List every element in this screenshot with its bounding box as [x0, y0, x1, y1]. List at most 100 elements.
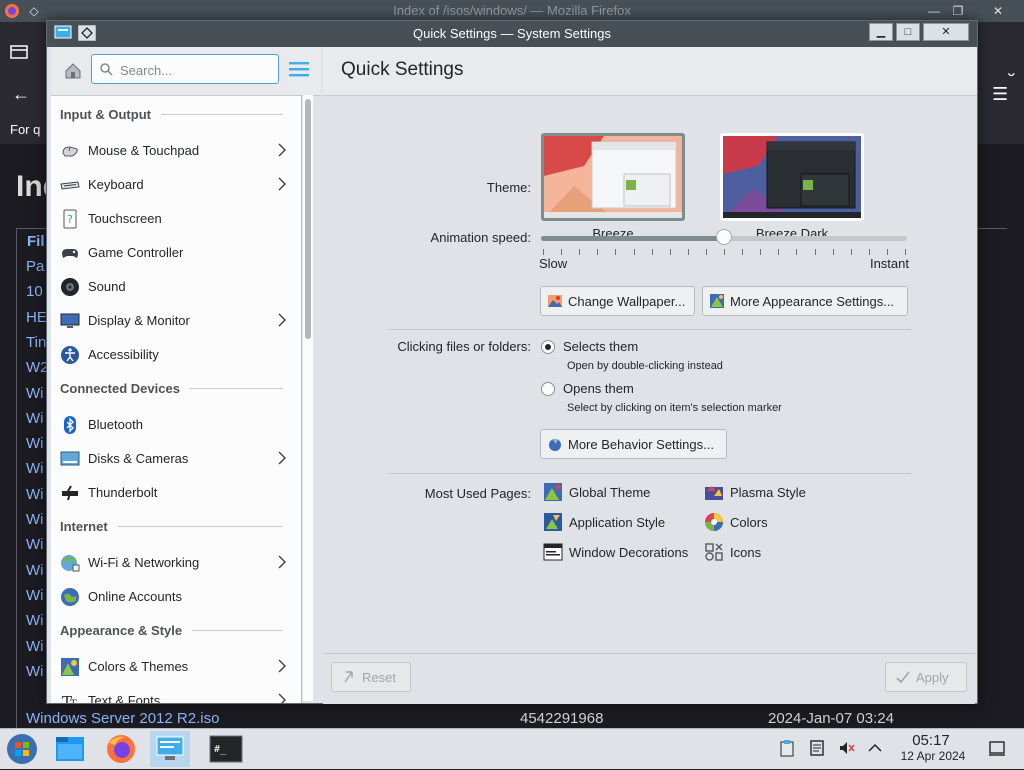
hamburger-menu-icon[interactable] [289, 61, 309, 77]
firefox-minimize-button[interactable]: — [922, 0, 946, 22]
change-wallpaper-button[interactable]: Change Wallpaper... [540, 286, 695, 316]
reset-button[interactable]: Reset [331, 662, 411, 692]
sidebar-item-accessibility[interactable]: Accessibility [51, 339, 301, 371]
window-titlebar[interactable]: Quick Settings — System Settings ▁ □ ✕ [47, 21, 977, 47]
file-manager-button[interactable] [50, 731, 90, 767]
sidebar-group-label: Internet [60, 519, 108, 534]
more-behavior-settings-button[interactable]: More Behavior Settings... [540, 429, 727, 459]
notes-icon[interactable] [808, 739, 826, 757]
most-used-application-style[interactable]: Application Style [543, 511, 665, 533]
system-settings-task-button[interactable] [150, 731, 190, 767]
file-link[interactable]: Wi [26, 562, 44, 579]
selects-them-label[interactable]: Selects them [563, 339, 638, 354]
global-theme-icon [543, 482, 563, 502]
file-link[interactable]: Windows Server 2012 R2.iso [26, 710, 219, 727]
file-manager-icon [56, 737, 84, 761]
sidebar-item-game-controller[interactable]: Game Controller [51, 237, 301, 269]
sidebar-item-thunderbolt[interactable]: Thunderbolt [51, 477, 301, 509]
home-icon[interactable] [63, 61, 83, 81]
more-behavior-label: More Behavior Settings... [568, 436, 714, 452]
search-input[interactable] [118, 60, 272, 80]
opens-them-label[interactable]: Opens them [563, 381, 634, 396]
table-header[interactable]: Fil [27, 233, 45, 250]
file-link[interactable]: Wi [26, 460, 44, 477]
sidebar-item-colors-themes[interactable]: Colors & Themes [51, 651, 301, 683]
sidebar-item-display-monitor[interactable]: Display & Monitor [51, 305, 301, 337]
firefox-task-button[interactable] [101, 731, 141, 767]
animation-speed-handle[interactable] [716, 229, 732, 245]
clock-date[interactable]: 12 Apr 2024 [893, 749, 973, 763]
show-desktop-icon[interactable] [988, 739, 1006, 757]
app-menu-icon[interactable]: ☰ [992, 84, 1008, 105]
search-icon [100, 63, 113, 76]
minimize-button[interactable]: ▁ [869, 23, 893, 41]
most-used-icons[interactable]: Icons [704, 541, 761, 563]
file-link[interactable]: Wi [26, 612, 44, 629]
clock-time[interactable]: 05:17 [900, 732, 962, 749]
sidebar-item-mouse-touchpad[interactable]: Mouse & Touchpad [51, 135, 301, 167]
file-link[interactable]: Wi [26, 410, 44, 427]
close-button[interactable]: ✕ [923, 23, 969, 41]
terminal-icon: #_ [209, 735, 243, 763]
terminal-button[interactable]: #_ [206, 731, 246, 767]
most-used-label: Most Used Pages: [424, 486, 531, 501]
most-used-colors[interactable]: Colors [704, 511, 768, 533]
sidebar-item-touchscreen[interactable]: ? Touchscreen [51, 203, 301, 235]
opens-them-radio[interactable] [541, 382, 555, 396]
maximize-button[interactable]: □ [896, 23, 920, 41]
sidebar-item-label: Display & Monitor [88, 313, 190, 328]
most-used-global-theme[interactable]: Global Theme [543, 481, 650, 503]
apply-button[interactable]: Apply [885, 662, 967, 692]
file-link[interactable]: Tin [26, 334, 46, 351]
back-icon[interactable]: ← [12, 84, 30, 105]
tab-overview-icon[interactable] [10, 44, 28, 63]
sidebar-item-online-accounts[interactable]: Online Accounts [51, 581, 301, 613]
firefox-maximize-button[interactable]: ❐ [946, 0, 970, 22]
reset-label: Reset [362, 669, 396, 685]
sidebar-item-wi-fi-networking[interactable]: Wi-Fi & Networking [51, 547, 301, 579]
firefox-close-button[interactable]: ✕ [986, 0, 1010, 22]
slider-tick [561, 249, 562, 255]
file-link[interactable]: 10 [26, 283, 43, 300]
clipboard-icon[interactable] [778, 739, 796, 757]
search-box[interactable] [91, 54, 279, 84]
sidebar-item-label: Sound [88, 279, 126, 294]
sidebar-item-text-fonts[interactable]: TT Text & Fonts [51, 685, 301, 703]
application-style-icon [543, 512, 563, 532]
file-link[interactable]: Wi [26, 638, 44, 655]
file-link[interactable]: Wi [26, 435, 44, 452]
slider-tick [905, 249, 906, 255]
sidebar-item-disks-cameras[interactable]: Disks & Cameras [51, 443, 301, 475]
file-link[interactable]: Wi [26, 536, 44, 553]
most-used-window-decorations[interactable]: Window Decorations [543, 541, 688, 563]
selects-them-radio[interactable] [541, 340, 555, 354]
theme-breeze-dark-thumbnail[interactable] [720, 133, 864, 221]
sidebar-item-bluetooth[interactable]: Bluetooth [51, 409, 301, 441]
more-appearance-settings-button[interactable]: More Appearance Settings... [702, 286, 908, 316]
file-link[interactable]: Wi [26, 511, 44, 528]
file-link[interactable]: HE [26, 309, 47, 326]
file-link[interactable]: Wi [26, 385, 44, 402]
start-menu-button[interactable] [2, 731, 42, 767]
gamepad-icon [60, 243, 80, 263]
file-link[interactable]: Wi [26, 663, 44, 680]
file-link[interactable]: Wi [26, 486, 44, 503]
slider-tick [796, 249, 797, 255]
volume-muted-icon[interactable] [838, 739, 856, 757]
animation-speed-label: Animation speed: [430, 230, 531, 245]
sidebar-item-keyboard[interactable]: Keyboard [51, 169, 301, 201]
file-link[interactable]: Wi [26, 587, 44, 604]
animation-speed-slider[interactable] [541, 229, 907, 245]
sidebar-scrollbar[interactable] [303, 95, 313, 701]
system-settings-app-icon[interactable] [53, 24, 73, 42]
sidebar-item-sound[interactable]: Sound [51, 271, 301, 303]
theme-breeze-thumbnail[interactable] [541, 133, 685, 221]
firefox-titlebar: Index of /isos/windows/ — Mozilla Firefo… [0, 0, 1024, 22]
sidebar-scrollbar-thumb[interactable] [305, 99, 311, 339]
most-used-plasma-style[interactable]: Plasma Style [704, 481, 806, 503]
sidebar-group-label: Appearance & Style [60, 623, 183, 638]
keep-above-icon[interactable] [77, 24, 97, 42]
file-link[interactable]: Pa [26, 258, 44, 275]
keep-above-icon[interactable]: ◇ [22, 0, 46, 22]
show-hidden-icons-icon[interactable] [866, 739, 884, 757]
